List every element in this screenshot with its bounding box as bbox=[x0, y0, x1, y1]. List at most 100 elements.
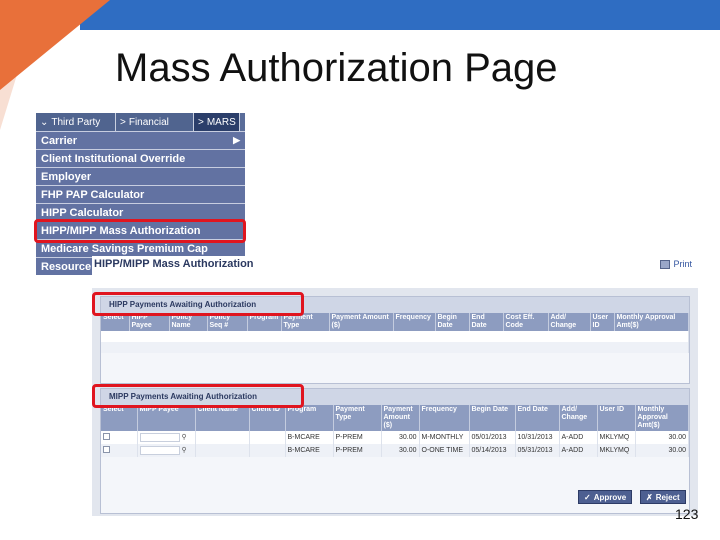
reject-button[interactable]: ✗ Reject bbox=[640, 490, 686, 504]
end-date-cell: 10/31/2013 bbox=[515, 431, 560, 444]
menu-item-label: FHP PAP Calculator bbox=[41, 188, 145, 201]
column-header: Add/ Change bbox=[559, 405, 598, 431]
menu-tabs: ⌄ Third Party > Financial > MARS bbox=[36, 113, 245, 131]
tab-financial[interactable]: > Financial bbox=[116, 113, 194, 131]
frequency-cell: O-ONE TIME bbox=[419, 444, 470, 457]
mipp-heading-highlight-box bbox=[92, 384, 304, 408]
payee-cell: ⚲ bbox=[137, 431, 196, 444]
printer-icon bbox=[660, 259, 671, 269]
payee-field[interactable] bbox=[139, 433, 180, 442]
chevron-right-icon: > bbox=[120, 116, 126, 128]
column-header: User ID bbox=[590, 313, 615, 331]
amount-cell: 30.00 bbox=[381, 431, 420, 444]
approve-button[interactable]: ✓ Approve bbox=[578, 490, 633, 504]
corner-orange-shape bbox=[0, 0, 110, 90]
table-header-row: Select MIPP Payee Client Name Client ID … bbox=[101, 405, 689, 431]
tab-label: Third Party bbox=[51, 116, 101, 128]
menu-item-label: Client Institutional Override bbox=[41, 152, 186, 165]
amount-cell: 30.00 bbox=[381, 444, 420, 457]
chevron-down-icon: ⌄ bbox=[40, 116, 49, 128]
column-header: Monthly Approval Amt($) bbox=[614, 313, 689, 331]
menu-item-label: Resource bbox=[41, 260, 92, 273]
app-header: HIPP/MIPP Mass Authorization Print bbox=[92, 256, 698, 288]
menu-item-client-institutional-override[interactable]: Client Institutional Override bbox=[36, 149, 245, 167]
row-checkbox[interactable] bbox=[103, 446, 110, 453]
table-row bbox=[101, 331, 689, 342]
add-change-cell: A-ADD bbox=[559, 431, 598, 444]
tab-mars[interactable]: > MARS bbox=[194, 113, 240, 131]
menu-item-label: Carrier bbox=[41, 134, 78, 147]
menu-item-label: HIPP Calculator bbox=[41, 206, 124, 219]
triangle-right-icon: ▶ bbox=[233, 135, 240, 145]
column-header: User ID bbox=[597, 405, 636, 431]
column-header: Begin Date bbox=[435, 313, 470, 331]
slide-title: Mass Authorization Page bbox=[115, 46, 558, 90]
column-header: Payment Amount ($) bbox=[329, 313, 394, 331]
begin-date-cell: 05/01/2013 bbox=[469, 431, 516, 444]
payee-cell: ⚲ bbox=[137, 444, 196, 457]
table-row bbox=[101, 342, 689, 353]
search-icon[interactable]: ⚲ bbox=[181, 433, 186, 441]
approve-label: Approve bbox=[593, 492, 627, 502]
client-name-cell bbox=[195, 431, 250, 444]
page-number: 123 bbox=[675, 506, 699, 522]
table-row: ⚲ B-MCARE P-PREM 30.00 O-ONE TIME 05/14/… bbox=[101, 444, 689, 457]
menu-item-fhp-pap-calculator[interactable]: FHP PAP Calculator bbox=[36, 185, 245, 203]
hipp-heading-highlight-box bbox=[92, 292, 304, 316]
column-header: Begin Date bbox=[469, 405, 516, 431]
select-cell bbox=[101, 431, 138, 444]
add-change-cell: A-ADD bbox=[559, 444, 598, 457]
client-name-cell bbox=[195, 444, 250, 457]
column-header: Payment Amount ($) bbox=[381, 405, 420, 431]
table-row: ⚲ B-MCARE P-PREM 30.00 M-MONTHLY 05/01/2… bbox=[101, 431, 689, 444]
column-header: Select bbox=[101, 405, 138, 431]
client-id-cell bbox=[249, 431, 286, 444]
empty-cell bbox=[101, 331, 689, 342]
column-header: Add/ Change bbox=[548, 313, 591, 331]
tab-label: Financial bbox=[128, 116, 169, 128]
monthly-amount-cell: 30.00 bbox=[635, 444, 689, 457]
client-id-cell bbox=[249, 444, 286, 457]
menu-item-employer[interactable]: Employer bbox=[36, 167, 245, 185]
print-label: Print bbox=[673, 259, 692, 269]
row-checkbox[interactable] bbox=[103, 433, 110, 440]
select-cell bbox=[101, 444, 138, 457]
menu-item-carrier[interactable]: Carrier ▶ bbox=[36, 131, 245, 149]
column-header: Frequency bbox=[393, 313, 436, 331]
frequency-cell: M-MONTHLY bbox=[419, 431, 470, 444]
user-id-cell: MKLYMQ bbox=[597, 444, 636, 457]
column-header: Client ID bbox=[249, 405, 286, 431]
program-cell: B-MCARE bbox=[285, 444, 334, 457]
column-header: MIPP Payee bbox=[137, 405, 196, 431]
column-header: Client Name bbox=[195, 405, 250, 431]
search-icon[interactable]: ⚲ bbox=[181, 446, 186, 454]
page-title: HIPP/MIPP Mass Authorization bbox=[94, 258, 254, 270]
top-blue-bar bbox=[80, 0, 720, 30]
tab-label: MARS bbox=[206, 116, 236, 128]
column-header: Monthly Approval Amt($) bbox=[635, 405, 689, 431]
menu-highlight-box bbox=[34, 219, 246, 243]
column-header: End Date bbox=[515, 405, 560, 431]
monthly-amount-cell: 30.00 bbox=[635, 431, 689, 444]
payment-type-cell: P-PREM bbox=[333, 431, 382, 444]
hipp-payments-table: Select HIPP Payee Policy Name Policy Seq… bbox=[101, 313, 689, 353]
column-header: Cost Eff. Code bbox=[503, 313, 549, 331]
tab-third-party[interactable]: ⌄ Third Party bbox=[36, 113, 116, 131]
program-cell: B-MCARE bbox=[285, 431, 334, 444]
menu-item-label: Employer bbox=[41, 170, 92, 183]
navigation-menu: ⌄ Third Party > Financial > MARS Carrier ▶ C… bbox=[36, 113, 245, 275]
end-date-cell: 05/31/2013 bbox=[515, 444, 560, 457]
menu-item-label: Medicare Savings Premium Cap bbox=[41, 242, 208, 255]
print-link[interactable]: Print bbox=[660, 259, 692, 269]
column-header: End Date bbox=[469, 313, 504, 331]
check-icon: ✓ bbox=[584, 492, 591, 502]
mipp-payments-table: Select MIPP Payee Client Name Client ID … bbox=[101, 405, 689, 457]
column-header: Program bbox=[285, 405, 334, 431]
chevron-right-icon: > bbox=[198, 116, 204, 128]
empty-cell bbox=[101, 342, 689, 353]
payment-type-cell: P-PREM bbox=[333, 444, 382, 457]
column-header: Frequency bbox=[419, 405, 470, 431]
payee-field[interactable] bbox=[139, 446, 180, 455]
column-header: Payment Type bbox=[333, 405, 382, 431]
user-id-cell: MKLYMQ bbox=[597, 431, 636, 444]
